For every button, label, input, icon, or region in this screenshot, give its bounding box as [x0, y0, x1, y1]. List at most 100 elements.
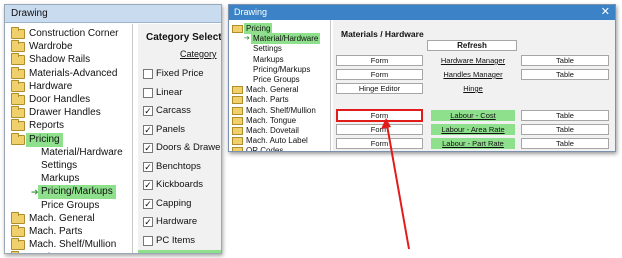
tree-item-label: Shadow Rails	[29, 54, 91, 66]
category-title: Category Selection...	[146, 32, 222, 43]
form-button[interactable]: Form	[336, 138, 423, 149]
folder-icon	[232, 86, 243, 95]
left-tree: Construction Corner Wardrobe Shadow Rails M…	[5, 24, 133, 253]
left-window: Drawing Construction Corner Wardrobe Shado…	[4, 4, 222, 254]
table-button[interactable]: Table	[521, 110, 609, 121]
category-label: Panels	[156, 123, 186, 135]
category-label: Kickboards	[156, 179, 203, 190]
category-label: Linear	[156, 86, 183, 98]
table-button[interactable]: Table	[521, 55, 609, 66]
folder-icon	[11, 53, 25, 66]
tree-item-label: Wardrobe	[29, 41, 73, 53]
category-row[interactable]: PC Items	[138, 232, 221, 250]
folder-icon	[11, 251, 19, 253]
section-title: Materials / Hardware	[341, 29, 424, 39]
table-button[interactable]: Table	[521, 69, 609, 80]
tree-item-label: Mach. Shelf/Mullion	[29, 239, 117, 251]
category-subheader[interactable]: Category	[180, 49, 217, 59]
category-checkbox[interactable]	[143, 87, 153, 98]
category-row[interactable]: ✓ Hardware	[138, 213, 221, 231]
category-checkbox[interactable]: ✓	[143, 217, 153, 227]
tree-item-label: Mach. Tongue	[29, 251, 92, 253]
folder-icon	[11, 79, 25, 92]
left-window-title: Drawing	[5, 5, 221, 23]
category-row[interactable]: ✓ Panels	[138, 121, 221, 139]
tree-item-label: Price Groups	[41, 199, 100, 211]
right-tree: Pricing ➔ Material/Hardware Settings Markups…	[229, 20, 331, 151]
category-row[interactable]: ✓ Carcass	[138, 102, 221, 120]
close-icon[interactable]: ✕	[601, 5, 610, 20]
category-label: Doors & Drawers	[156, 142, 222, 153]
tree-item-label: Settings	[41, 160, 78, 171]
folder-icon	[232, 96, 243, 105]
category-label: Fixed Price	[156, 68, 204, 79]
folder-icon	[232, 25, 243, 33]
tree-item-label: Materials-Advanced	[29, 67, 118, 79]
selected-arrow-icon: ➔	[244, 35, 250, 43]
category-checkbox[interactable]	[143, 235, 153, 246]
category-label: PC Items	[156, 234, 196, 246]
manager-link[interactable]: Labour - Area Rate	[431, 124, 515, 135]
form-button[interactable]: Form	[336, 124, 423, 135]
tree-item-label: Mach. General	[29, 212, 95, 224]
folder-icon	[232, 127, 243, 135]
category-row[interactable]: ✓ Kickboards	[138, 176, 221, 194]
tree-item-label: Drawer Handles	[29, 107, 101, 119]
tree-item-label: Construction Corner	[29, 28, 119, 39]
form-button[interactable]: Form	[336, 109, 423, 122]
category-label: Capping	[156, 197, 192, 209]
materials-hardware-panel: Materials / Hardware Refresh Form Hardwar…	[333, 20, 615, 151]
right-window: Drawing ✕ Pricing ➔ Material/Hardware Setti…	[228, 4, 616, 152]
manager-link[interactable]: Hardware Manager	[431, 55, 515, 66]
folder-icon	[232, 106, 243, 115]
category-checkbox[interactable]: ✓	[143, 180, 153, 190]
refresh-button[interactable]: Refresh	[427, 40, 517, 51]
tree-item-label: Reports	[29, 120, 65, 132]
category-checkbox[interactable]	[143, 69, 153, 79]
manager-link[interactable]: Hinge	[431, 83, 515, 94]
category-checkbox[interactable]: ✓	[143, 143, 153, 153]
tree-item-label: Hardware	[29, 80, 73, 92]
tree-item-label: Mach. Parts	[29, 226, 83, 237]
category-label: Carcass	[156, 105, 191, 116]
folder-icon	[11, 93, 25, 105]
folder-icon	[232, 116, 243, 125]
category-label: Benchtops	[156, 160, 201, 172]
folder-icon	[11, 106, 25, 119]
manager-link[interactable]: Handles Manager	[431, 69, 515, 80]
table-button[interactable]: Table	[521, 124, 609, 135]
folder-icon	[11, 40, 25, 53]
tree-item-label: Markups	[41, 173, 80, 185]
folder-icon	[11, 225, 25, 237]
category-checkbox[interactable]: ✓	[143, 161, 153, 172]
category-checkbox[interactable]: ✓	[143, 198, 153, 209]
category-label: Hardware	[156, 216, 198, 227]
tree-item-label: Door Handles	[29, 94, 91, 105]
table-button[interactable]: Table	[521, 138, 609, 149]
tree-item-label: Pricing/Markups	[38, 185, 116, 200]
tree-item-label: QR Codes	[246, 146, 284, 152]
folder-icon	[11, 211, 25, 224]
category-label: Labour	[156, 250, 186, 253]
category-row[interactable]: ✓ Doors & Drawers	[138, 139, 222, 157]
category-row[interactable]: ✓Labour	[138, 250, 221, 253]
category-panel: Category Selection... Category Fixed Pri…	[138, 24, 221, 253]
folder-icon	[11, 132, 25, 145]
folder-icon	[232, 137, 243, 146]
hinge-editor-button[interactable]: Hinge Editor	[336, 83, 423, 94]
category-row[interactable]: Linear	[138, 84, 221, 102]
tree-item-label: Material/Hardware	[41, 146, 123, 158]
category-checkbox[interactable]: ✓	[143, 106, 153, 116]
form-button[interactable]: Form	[336, 69, 423, 80]
folder-icon	[232, 147, 243, 151]
form-button[interactable]: Form	[336, 55, 423, 66]
category-checkbox[interactable]: ✓	[143, 124, 153, 135]
folder-icon	[11, 119, 25, 132]
category-row[interactable]: ✓ Capping	[138, 195, 221, 213]
category-row[interactable]: ✓ Benchtops	[138, 158, 221, 176]
manager-link[interactable]: Labour - Cost	[431, 110, 515, 121]
manager-link[interactable]: Labour - Part Rate	[431, 138, 515, 149]
category-row[interactable]: Fixed Price	[138, 65, 221, 83]
folder-icon	[11, 238, 25, 251]
tree-item-label: Pricing	[26, 132, 63, 147]
